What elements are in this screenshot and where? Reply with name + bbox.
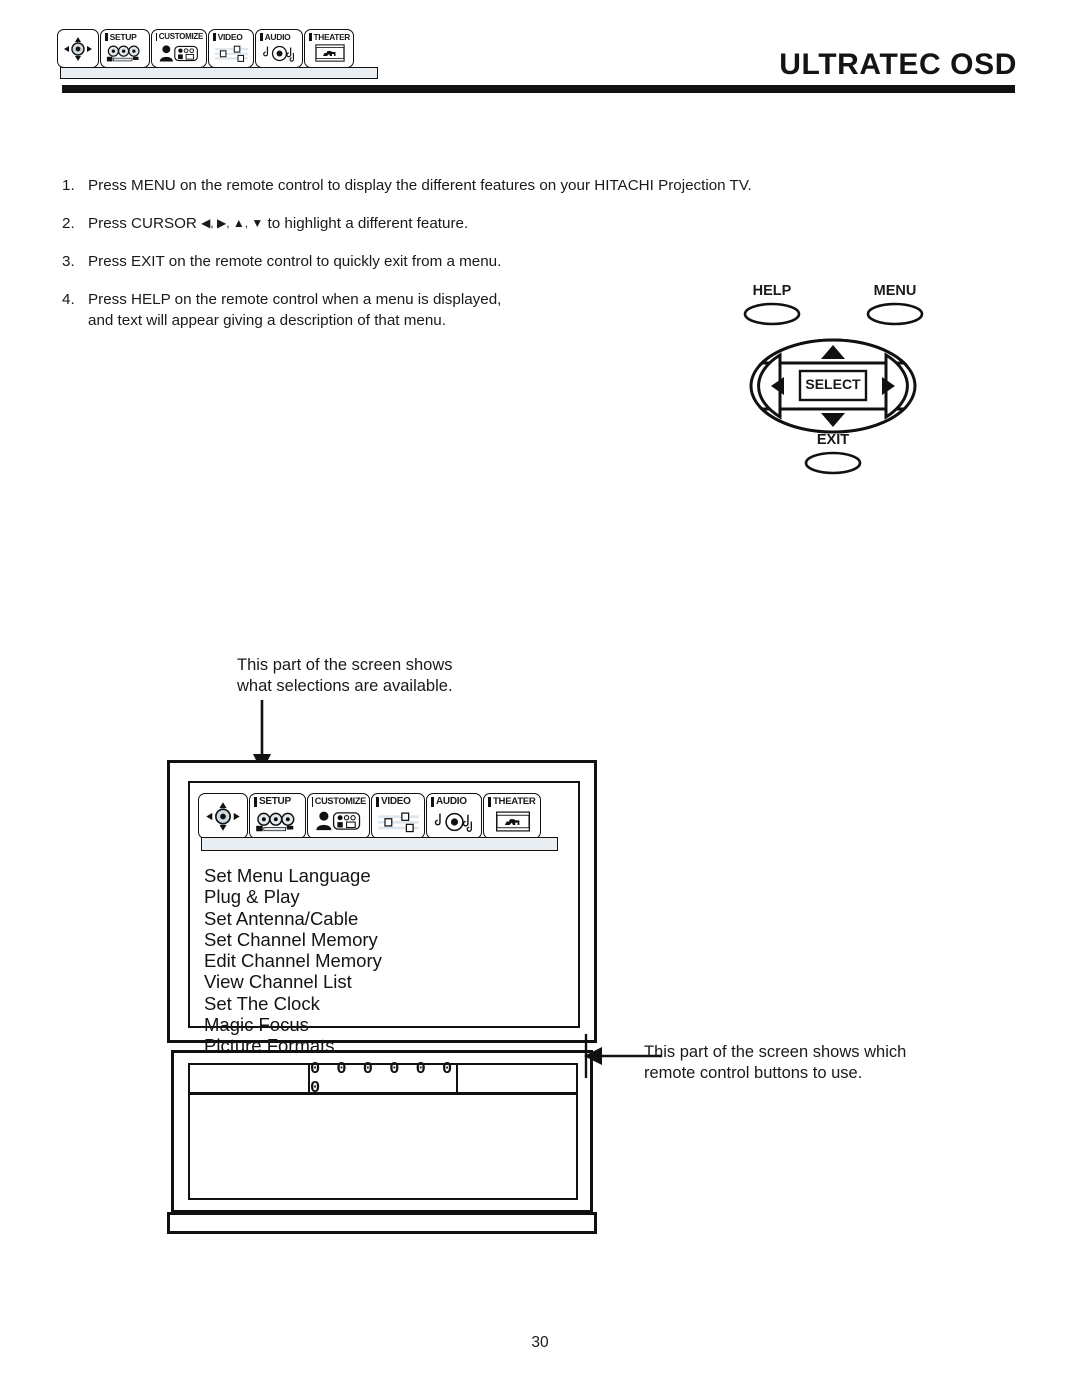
theater-film-icon — [309, 41, 350, 65]
tick-icon — [376, 797, 379, 807]
tv-base-plinth — [167, 1212, 597, 1234]
help-button[interactable] — [743, 302, 801, 326]
theater-film-icon — [488, 807, 537, 836]
instruction-item-2: 2. Press CURSOR ◀, ▶, ▲, ▼ to highlight a… — [62, 213, 468, 234]
tv-bezel: SETUP CUSTOMIZE VIDEO AUDIO THEATER Set … — [167, 760, 597, 1088]
osd-menu-item[interactable]: Edit Channel Memory — [204, 950, 382, 971]
video-sliders-icon — [376, 807, 421, 836]
tab-label: CUSTOMIZE — [156, 32, 203, 41]
tv-control-panel-marks[interactable]: 0 0 0 0 0 0 0 — [310, 1060, 458, 1098]
instruction-number: 4. — [62, 291, 75, 308]
instruction-number: 2. — [62, 215, 75, 232]
instruction-text: Press HELP on the remote control when a … — [88, 291, 502, 308]
camera-setup-icon — [105, 42, 146, 66]
instruction-text: Press MENU on the remote control to disp… — [88, 177, 752, 194]
osd-cursor-pad-icon — [198, 793, 248, 839]
tv-screen: SETUP CUSTOMIZE VIDEO AUDIO THEATER Set … — [188, 781, 580, 1088]
tab-label: SETUP — [105, 33, 146, 42]
page-title: ULTRATEC OSD — [779, 48, 1017, 81]
tv-illustration: SETUP CUSTOMIZE VIDEO AUDIO THEATER Set … — [167, 760, 597, 1238]
cursor-pad-icon — [64, 36, 92, 61]
menu-button-label: MENU — [873, 283, 917, 299]
instruction-number: 1. — [62, 177, 75, 194]
osd-tab-audio[interactable]: AUDIO — [426, 793, 482, 839]
instruction-text-pre: Press CURSOR — [88, 215, 202, 232]
tab-label: CUSTOMIZE — [312, 796, 366, 807]
instruction-item-3: 3. Press EXIT on the remote control to qu… — [62, 251, 501, 272]
exit-button[interactable] — [804, 451, 862, 475]
tab-label: AUDIO — [431, 797, 478, 807]
cursor-arrows-icon: ◀, ▶, ▲, ▼ — [201, 216, 264, 230]
exit-button-label: EXIT — [816, 432, 850, 448]
cursor-pad-icon — [57, 29, 99, 68]
video-sliders-icon — [213, 42, 250, 66]
tv-control-row: 0 0 0 0 0 0 0 — [188, 1060, 578, 1098]
instruction-text-line2: and text will appear giving a descriptio… — [88, 312, 446, 329]
camera-setup-icon — [254, 807, 302, 836]
header-tab-theater[interactable]: THEATER — [304, 29, 354, 68]
callout-right-text: This part of the screen shows which remo… — [644, 1043, 907, 1082]
audio-note-icon — [260, 42, 299, 66]
header-icon-bar: SETUP CUSTOMIZE VIDEO AUDIO THEATER — [57, 26, 387, 79]
osd-menu-item[interactable]: Plug & Play — [204, 886, 382, 907]
header-tab-audio[interactable]: AUDIO — [255, 29, 303, 68]
person-customize-icon — [156, 41, 203, 65]
instruction-text-post: to highlight a different feature. — [263, 215, 469, 232]
osd-tab-video[interactable]: VIDEO — [371, 793, 425, 839]
tab-label: VIDEO — [213, 33, 250, 42]
osd-menu-item[interactable]: Magic Focus — [204, 1014, 382, 1035]
menu-button[interactable] — [866, 302, 924, 326]
tick-icon — [488, 797, 491, 807]
osd-tab-customize[interactable]: CUSTOMIZE — [307, 793, 370, 839]
remote-keypad-diagram: HELP MENU SELECT EXIT — [728, 283, 938, 483]
person-customize-icon — [312, 807, 366, 837]
osd-menu-item[interactable]: Set Antenna/Cable — [204, 908, 382, 929]
instruction-item-1: 1. Press MENU on the remote control to di… — [62, 175, 752, 196]
tv-control-seg-right — [458, 1065, 576, 1092]
select-button-label: SELECT — [805, 376, 861, 392]
audio-note-icon — [431, 807, 478, 836]
header-selection-strip — [60, 67, 378, 79]
tab-label: THEATER — [309, 33, 350, 41]
tab-label: SETUP — [254, 797, 302, 807]
osd-menu-item[interactable]: Set Channel Memory — [204, 929, 382, 950]
tab-label: AUDIO — [260, 33, 299, 42]
instruction-item-4: 4. Press HELP on the remote control when … — [62, 289, 501, 331]
help-button-label: HELP — [752, 283, 792, 299]
tick-icon — [260, 33, 263, 42]
header-divider-rule — [62, 85, 1015, 93]
osd-menu-item[interactable]: Set Menu Language — [204, 865, 382, 886]
osd-selection-strip — [201, 837, 558, 851]
osd-menu-item[interactable]: Set The Clock — [204, 993, 382, 1014]
tick-icon — [156, 33, 157, 41]
tick-icon — [105, 33, 108, 42]
osd-tab-theater[interactable]: THEATER — [483, 793, 541, 839]
tab-label: THEATER — [488, 797, 537, 807]
header-tab-setup[interactable]: SETUP — [100, 29, 150, 68]
tick-icon — [431, 797, 434, 807]
header-tab-video[interactable]: VIDEO — [208, 29, 254, 68]
tv-lower-panel — [188, 1093, 578, 1200]
instruction-number: 3. — [62, 253, 75, 270]
osd-icon-bar: SETUP CUSTOMIZE VIDEO AUDIO THEATER — [198, 789, 541, 839]
osd-menu-list: Set Menu Language Plug & Play Set Antenn… — [204, 865, 382, 1057]
tick-icon — [213, 33, 216, 42]
tv-control-seg-left — [190, 1065, 310, 1092]
tick-icon — [312, 797, 313, 807]
tick-icon — [309, 33, 312, 42]
tv-lower-cabinet: 0 0 0 0 0 0 0 — [171, 1050, 593, 1213]
page-number: 30 — [531, 1334, 549, 1351]
callout-top-text: This part of the screen shows what selec… — [237, 656, 453, 695]
tab-label: VIDEO — [376, 797, 421, 807]
instruction-text: Press EXIT on the remote control to quic… — [88, 253, 502, 270]
osd-tab-setup[interactable]: SETUP — [249, 793, 306, 839]
header-tab-customize[interactable]: CUSTOMIZE — [151, 29, 207, 68]
osd-menu-item[interactable]: View Channel List — [204, 971, 382, 992]
tick-icon — [254, 797, 257, 807]
